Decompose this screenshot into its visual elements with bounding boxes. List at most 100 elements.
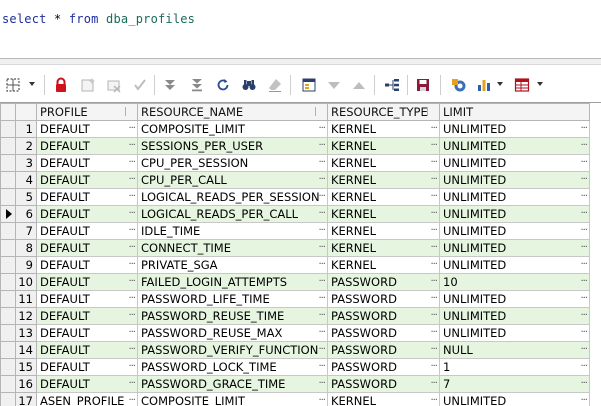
cell-resource-name[interactable]: LOGICAL_READS_PER_SESSION···	[138, 189, 328, 206]
cell-profile[interactable]: DEFAULT···	[37, 155, 138, 172]
cell-resource-type[interactable]: KERNEL···	[328, 138, 440, 155]
cell-limit[interactable]: UNLIMITED···	[440, 138, 590, 155]
row-number[interactable]: 13	[16, 325, 37, 342]
cell-resource-type[interactable]: KERNEL···	[328, 121, 440, 138]
cell-editor-ellipsis-button[interactable]: ···	[430, 189, 437, 205]
grid-select-icon[interactable]	[3, 76, 23, 94]
cell-editor-ellipsis-button[interactable]: ···	[318, 138, 325, 154]
cell-editor-ellipsis-button[interactable]: ···	[430, 172, 437, 188]
cell-editor-ellipsis-button[interactable]: ···	[128, 172, 135, 188]
row-number[interactable]: 17	[16, 393, 37, 406]
cell-editor-ellipsis-button[interactable]: ···	[128, 291, 135, 307]
cell-profile[interactable]: DEFAULT···	[37, 206, 138, 223]
cell-editor-ellipsis-button[interactable]: ···	[580, 393, 587, 406]
cell-editor-ellipsis-button[interactable]: ···	[580, 376, 587, 392]
column-resize-handle[interactable]	[427, 107, 436, 116]
row-indicator[interactable]	[1, 325, 16, 342]
table-row[interactable]: 1DEFAULT···COMPOSITE_LIMIT···KERNEL···UN…	[1, 121, 590, 138]
cell-resource-name[interactable]: PRIVATE_SGA···	[138, 257, 328, 274]
cell-limit[interactable]: UNLIMITED···	[440, 155, 590, 172]
clear-icon[interactable]	[265, 76, 285, 94]
cell-editor-ellipsis-button[interactable]: ···	[430, 308, 437, 324]
row-number[interactable]: 16	[16, 376, 37, 393]
cell-resource-type[interactable]: KERNEL···	[328, 172, 440, 189]
cell-profile[interactable]: DEFAULT···	[37, 325, 138, 342]
cell-profile[interactable]: DEFAULT···	[37, 138, 138, 155]
cell-editor-ellipsis-button[interactable]: ···	[128, 359, 135, 375]
row-number[interactable]: 3	[16, 155, 37, 172]
cell-editor-ellipsis-button[interactable]: ···	[580, 274, 587, 290]
row-number[interactable]: 6	[16, 206, 37, 223]
row-indicator[interactable]	[1, 308, 16, 325]
cell-editor-ellipsis-button[interactable]: ···	[580, 223, 587, 239]
cell-limit[interactable]: NULL···	[440, 342, 590, 359]
table-row[interactable]: 16DEFAULT···PASSWORD_GRACE_TIME···PASSWO…	[1, 376, 590, 393]
cell-profile[interactable]: DEFAULT···	[37, 274, 138, 291]
cell-editor-ellipsis-button[interactable]: ···	[580, 291, 587, 307]
cell-profile[interactable]: DEFAULT···	[37, 172, 138, 189]
chevron-down-icon[interactable]	[537, 82, 543, 86]
cell-editor-ellipsis-button[interactable]: ···	[580, 359, 587, 375]
post-changes-icon[interactable]	[130, 76, 150, 94]
cell-editor-ellipsis-button[interactable]: ···	[128, 240, 135, 256]
row-indicator[interactable]	[1, 257, 16, 274]
cell-resource-type[interactable]: KERNEL···	[328, 240, 440, 257]
cell-editor-ellipsis-button[interactable]: ···	[430, 138, 437, 154]
cell-resource-name[interactable]: PASSWORD_VERIFY_FUNCTION···	[138, 342, 328, 359]
cell-editor-ellipsis-button[interactable]: ···	[318, 291, 325, 307]
cell-editor-ellipsis-button[interactable]: ···	[318, 172, 325, 188]
cell-editor-ellipsis-button[interactable]: ···	[580, 155, 587, 171]
row-indicator[interactable]	[1, 138, 16, 155]
cell-resource-type[interactable]: PASSWORD···	[328, 308, 440, 325]
cell-resource-name[interactable]: CPU_PER_CALL···	[138, 172, 328, 189]
cell-profile[interactable]: DEFAULT···	[37, 223, 138, 240]
cell-profile[interactable]: DEFAULT···	[37, 376, 138, 393]
cell-editor-ellipsis-button[interactable]: ···	[430, 342, 437, 358]
cell-limit[interactable]: UNLIMITED···	[440, 172, 590, 189]
row-number[interactable]: 4	[16, 172, 37, 189]
row-number[interactable]: 5	[16, 189, 37, 206]
editor-splitter[interactable]	[0, 58, 601, 65]
cell-editor-ellipsis-button[interactable]: ···	[430, 223, 437, 239]
cell-resource-name[interactable]: PASSWORD_LIFE_TIME···	[138, 291, 328, 308]
cell-editor-ellipsis-button[interactable]: ···	[128, 325, 135, 341]
cell-resource-name[interactable]: SESSIONS_PER_USER···	[138, 138, 328, 155]
cell-resource-name[interactable]: PASSWORD_GRACE_TIME···	[138, 376, 328, 393]
cell-editor-ellipsis-button[interactable]: ···	[430, 359, 437, 375]
row-indicator[interactable]	[1, 274, 16, 291]
cell-editor-ellipsis-button[interactable]: ···	[128, 257, 135, 273]
row-indicator[interactable]	[1, 206, 16, 223]
row-number[interactable]: 8	[16, 240, 37, 257]
cell-resource-type[interactable]: KERNEL···	[328, 189, 440, 206]
cell-limit[interactable]: UNLIMITED···	[440, 206, 590, 223]
row-number[interactable]: 11	[16, 291, 37, 308]
cell-editor-ellipsis-button[interactable]: ···	[318, 206, 325, 222]
cell-resource-type[interactable]: PASSWORD···	[328, 291, 440, 308]
cell-limit[interactable]: UNLIMITED···	[440, 325, 590, 342]
cell-editor-ellipsis-button[interactable]: ···	[318, 257, 325, 273]
cell-resource-type[interactable]: KERNEL···	[328, 393, 440, 406]
row-indicator[interactable]	[1, 342, 16, 359]
cell-editor-ellipsis-button[interactable]: ···	[580, 342, 587, 358]
table-row[interactable]: 17ASEN_PROFILE···COMPOSITE_LIMIT···KERNE…	[1, 393, 590, 406]
cell-editor-ellipsis-button[interactable]: ···	[318, 359, 325, 375]
cell-editor-ellipsis-button[interactable]: ···	[128, 308, 135, 324]
cell-editor-ellipsis-button[interactable]: ···	[430, 121, 437, 137]
filter-icon[interactable]	[324, 76, 344, 94]
cell-profile[interactable]: DEFAULT···	[37, 121, 138, 138]
row-indicator[interactable]	[1, 155, 16, 172]
table-row[interactable]: 9DEFAULT···PRIVATE_SGA···KERNEL···UNLIMI…	[1, 257, 590, 274]
insert-record-icon[interactable]	[78, 76, 98, 94]
cell-editor-ellipsis-button[interactable]: ···	[318, 240, 325, 256]
cell-profile[interactable]: DEFAULT···	[37, 308, 138, 325]
sort-up-icon[interactable]	[349, 76, 369, 94]
row-indicator[interactable]	[1, 376, 16, 393]
table-row[interactable]: 10DEFAULT···FAILED_LOGIN_ATTEMPTS···PASS…	[1, 274, 590, 291]
cell-limit[interactable]: UNLIMITED···	[440, 240, 590, 257]
row-indicator[interactable]	[1, 240, 16, 257]
row-indicator[interactable]	[1, 359, 16, 376]
cell-profile[interactable]: DEFAULT···	[37, 189, 138, 206]
table-row[interactable]: 6DEFAULT···LOGICAL_READS_PER_CALL···KERN…	[1, 206, 590, 223]
export-icon[interactable]	[449, 76, 469, 94]
cell-profile[interactable]: DEFAULT···	[37, 240, 138, 257]
